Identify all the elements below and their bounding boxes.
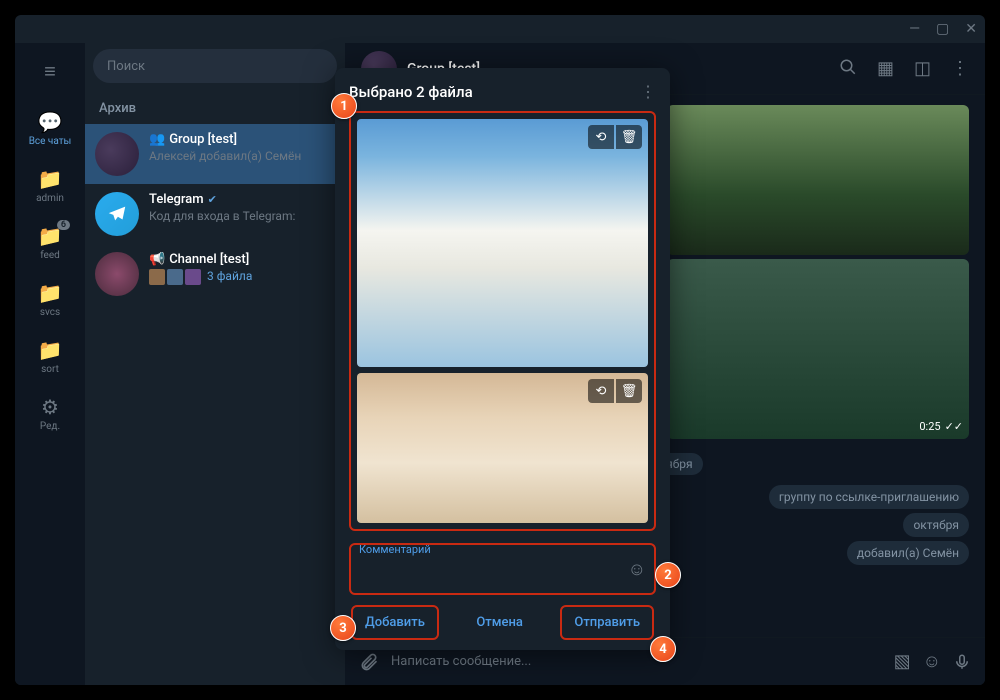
search-input[interactable]: Поиск: [93, 49, 337, 83]
avatar: [95, 192, 139, 236]
minimize-button[interactable]: —: [909, 21, 920, 37]
folder-sidebar: ≡ 💬 Все чаты 📁 admin 📁 feed 6 📁 svcs 📁 s…: [15, 43, 85, 685]
annotation-marker-1: 1: [331, 93, 357, 119]
avatar: [95, 132, 139, 176]
chat-name: Channel [test]: [169, 252, 249, 267]
sidebar-item-feed[interactable]: 📁 feed 6: [20, 218, 80, 267]
archive-row[interactable]: Архив: [85, 93, 345, 124]
sidebar-item-all-chats[interactable]: 💬 Все чаты: [20, 104, 80, 153]
chat-row[interactable]: 📢 Channel [test] 3 файла: [85, 244, 345, 304]
chat-preview: 3 файла: [207, 269, 252, 285]
emoji-icon[interactable]: ☺: [923, 651, 941, 672]
modal-menu-icon[interactable]: ⋮: [640, 82, 656, 101]
chat-preview: Код для входа в Telegram:: [149, 209, 335, 223]
sidebar-item-admin[interactable]: 📁 admin: [20, 161, 80, 210]
sidebar-label: admin: [36, 193, 64, 204]
annotation-marker-4: 4: [650, 636, 676, 662]
preview-image: [357, 119, 648, 367]
file-preview[interactable]: ⟲ 🗑: [357, 373, 648, 523]
menu-icon[interactable]: ≡: [44, 59, 56, 84]
cancel-button[interactable]: Отмена: [464, 607, 535, 638]
channel-icon: 📢: [149, 252, 165, 267]
media-item[interactable]: 0:25✓✓: [667, 259, 969, 439]
settings-icon: ⚙: [41, 395, 59, 419]
add-button[interactable]: Добавить: [351, 605, 439, 640]
message-input[interactable]: Написать сообщение...: [391, 654, 882, 669]
reorder-icon[interactable]: ⟲: [588, 379, 614, 403]
verified-icon: ✔: [208, 193, 217, 206]
unread-badge: 6: [57, 220, 70, 230]
sidebar-item-sort[interactable]: 📁 sort: [20, 332, 80, 381]
caption-input[interactable]: [359, 557, 628, 589]
sidebar-item-edit[interactable]: ⚙ Ред.: [20, 389, 80, 438]
titlebar: — ▢ ✕: [15, 15, 985, 43]
media-thumbs: 3 файла: [149, 269, 335, 285]
maximize-button[interactable]: ▢: [936, 21, 949, 37]
avatar: [95, 252, 139, 296]
emoji-icon[interactable]: ☺: [628, 559, 646, 580]
service-message: группу по ссылке-приглашению: [769, 485, 969, 509]
chat-preview: Алексей добавил(a) Семён: [149, 149, 335, 163]
comments-icon[interactable]: ▦: [877, 58, 894, 79]
mic-icon[interactable]: [953, 653, 971, 671]
service-message: добавил(a) Семён: [847, 541, 969, 565]
preview-container: ⟲ 🗑 ⟲ 🗑: [349, 111, 656, 531]
delete-icon[interactable]: 🗑: [616, 379, 642, 403]
send-button[interactable]: Отправить: [560, 605, 654, 640]
folder-icon: 📁: [38, 338, 63, 362]
video-duration: 0:25✓✓: [919, 420, 963, 433]
attach-icon[interactable]: [359, 652, 379, 672]
sidebar-label: svcs: [40, 307, 60, 318]
chat-name: Telegram: [149, 192, 204, 207]
chats-icon: 💬: [38, 110, 63, 134]
chat-row[interactable]: Telegram ✔ Код для входа в Telegram:: [85, 184, 345, 244]
chat-list: Поиск Архив 👥 Group [test] Алексей добави…: [85, 43, 345, 685]
chat-name: Group [test]: [169, 132, 237, 147]
more-icon[interactable]: ⋮: [951, 58, 969, 79]
commands-icon[interactable]: ▧: [894, 651, 911, 672]
delete-icon[interactable]: 🗑: [616, 125, 642, 149]
send-files-modal: Выбрано 2 файла ⋮ ⟲ 🗑 ⟲ 🗑 Комментарий ☺ …: [335, 68, 670, 650]
modal-title: Выбрано 2 файла: [349, 83, 473, 101]
folder-icon: 📁: [38, 281, 63, 305]
reorder-icon[interactable]: ⟲: [588, 125, 614, 149]
sidebar-label: Все чаты: [29, 136, 72, 147]
folder-icon: 📁: [38, 167, 63, 191]
sidebar-label: Ред.: [40, 421, 60, 432]
media-item[interactable]: [667, 105, 969, 255]
chat-row[interactable]: 👥 Group [test] Алексей добавил(a) Семён: [85, 124, 345, 184]
group-icon: 👥: [149, 132, 165, 147]
sidebar-label: feed: [40, 250, 60, 261]
caption-field[interactable]: Комментарий ☺: [349, 543, 656, 595]
service-message: октября: [903, 513, 969, 537]
caption-label: Комментарий: [359, 543, 431, 556]
sidebar-label: sort: [41, 364, 59, 375]
search-icon[interactable]: [839, 58, 857, 79]
close-button[interactable]: ✕: [965, 21, 977, 37]
file-preview[interactable]: ⟲ 🗑: [357, 119, 648, 367]
sidepanel-icon[interactable]: ◫: [914, 58, 931, 79]
annotation-marker-3: 3: [330, 615, 356, 641]
sidebar-item-svcs[interactable]: 📁 svcs: [20, 275, 80, 324]
annotation-marker-2: 2: [655, 562, 681, 588]
